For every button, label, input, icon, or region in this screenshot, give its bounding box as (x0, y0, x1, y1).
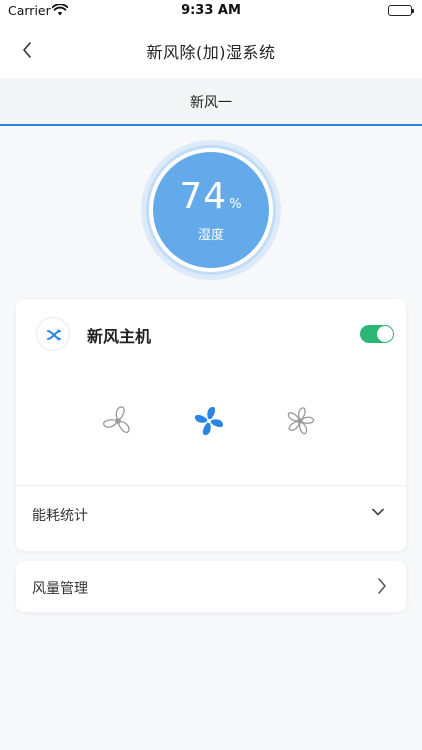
page-title: 新风除(加)湿系统 (146, 43, 276, 62)
energy-stats-label[interactable]: 能耗统计 (32, 505, 88, 525)
humidity-gauge: 74% 湿度 (141, 140, 281, 280)
air-volume-label: 风量管理 (32, 581, 88, 597)
divider (16, 485, 406, 486)
fan-high-icon[interactable] (282, 403, 318, 439)
device-card: 新风主机 能耗统计 (16, 299, 406, 551)
humidity-label: 湿度 (197, 228, 224, 243)
humidity-unit: % (229, 197, 243, 212)
air-volume-card[interactable]: 风量管理 (16, 561, 406, 612)
battery-icon (388, 5, 414, 16)
fan-cross-icon (36, 317, 70, 351)
power-toggle[interactable] (360, 325, 394, 343)
toggle-knob (377, 326, 393, 342)
gauge-core: 74% 湿度 (153, 152, 269, 268)
nav-bar: 新风除(加)湿系统 (0, 22, 422, 78)
status-time: 9:33 AM (181, 3, 241, 18)
humidity-value: 74% (153, 176, 269, 217)
chevron-down-icon[interactable] (370, 504, 386, 520)
humidity-number: 74 (179, 176, 228, 217)
device-name: 新风主机 (87, 327, 152, 346)
fan-low-icon[interactable] (100, 403, 136, 439)
tab-xinfeng-1[interactable]: 新风一 (0, 92, 422, 112)
tab-bar: 新风一 (0, 78, 422, 126)
chevron-right-icon[interactable] (374, 576, 390, 596)
fan-mid-icon[interactable] (191, 403, 227, 439)
status-bar: Carrier 9:33 AM (0, 0, 422, 22)
